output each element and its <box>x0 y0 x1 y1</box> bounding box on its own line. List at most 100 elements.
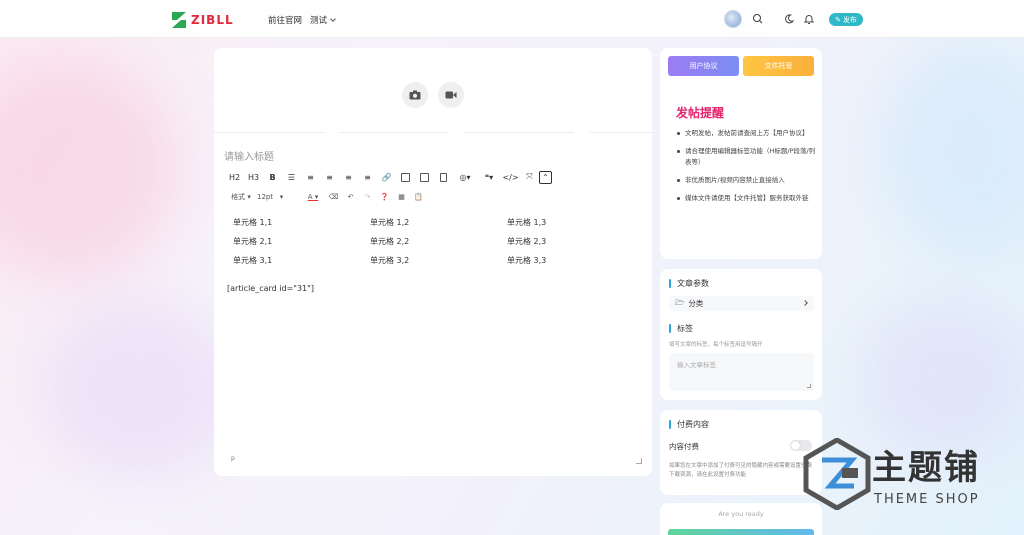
h3-button[interactable]: H3 <box>244 170 263 184</box>
text-color-icon[interactable]: A ▾ <box>301 190 325 204</box>
eraser-icon[interactable]: ⌫ <box>325 190 342 204</box>
resize-handle[interactable] <box>807 384 811 388</box>
table-row: 单元格 2,1 单元格 2,2 单元格 2,3 <box>228 232 639 251</box>
quote-icon[interactable]: ❝▾ <box>477 170 501 184</box>
align-left-icon[interactable]: ≡ <box>320 170 339 184</box>
fullscreen-icon[interactable]: ⤧ <box>520 170 539 184</box>
undo-icon[interactable]: ↶ <box>342 190 359 204</box>
watermark-logo-icon <box>803 438 871 510</box>
submit-card: Are you ready <box>660 503 822 535</box>
bullet-list-icon[interactable]: ☰ <box>282 170 301 184</box>
table-row: 单元格 1,1 单元格 1,2 单元格 1,3 <box>228 213 639 232</box>
list-item: 文明发帖，发帖前请查阅上方【用户协议】 <box>676 128 816 139</box>
paid-content-card: 付费内容 内容付费 如果您在文章中添加了付费可见的隐藏内容或需要设置付费下载资源… <box>660 410 822 495</box>
table-cell[interactable]: 单元格 2,1 <box>228 232 365 251</box>
user-agreement-button[interactable]: 用户协议 <box>668 56 739 76</box>
table-cell[interactable]: 单元格 3,3 <box>502 251 639 270</box>
numbered-list-icon[interactable]: ≡ <box>301 170 320 184</box>
reminder-list: 文明发帖，发帖前请查阅上方【用户协议】 请合理使用编辑器标签功能（H标题/P段落… <box>676 128 816 211</box>
moon-icon[interactable] <box>782 12 796 26</box>
chevron-right-icon <box>802 300 808 306</box>
media-icon[interactable] <box>415 170 434 184</box>
bg-blob-purple <box>40 300 240 480</box>
help-icon[interactable]: ❓ <box>376 190 393 204</box>
table-cell[interactable]: 单元格 1,1 <box>228 213 365 232</box>
logo-mark-icon <box>171 11 187 29</box>
editor-toolbar-secondary: 格式 ▾ 12pt ▾ A ▾ ⌫ ↶ ↷ ❓ ▦ 📋 <box>225 190 427 204</box>
top-navbar: ZIBLL 前往官网 测试 ✎ 发布 <box>0 0 1024 38</box>
tags-title: 标签 <box>669 323 693 334</box>
editor-toolbar-primary: H2 H3 B ☰ ≡ ≡ ≡ ≡ 🔗 ◎▾ ❝▾ </> ⤧ ⌃ <box>225 170 552 184</box>
file-icon[interactable] <box>434 170 453 184</box>
nav-test-dropdown[interactable]: 测试 <box>310 14 336 26</box>
folder-icon: 🗁 <box>675 298 685 307</box>
format-dropdown[interactable]: 格式 ▾ <box>225 190 257 204</box>
table-cell[interactable]: 单元格 1,3 <box>502 213 639 232</box>
publish-button[interactable]: ✎ 发布 <box>829 13 863 26</box>
media-divider <box>214 132 652 133</box>
table-cell[interactable]: 单元格 3,2 <box>365 251 502 270</box>
bell-icon[interactable] <box>802 12 816 26</box>
chevron-down-icon <box>330 16 336 22</box>
file-hosting-button[interactable]: 文件托管 <box>743 56 814 76</box>
link-icon[interactable]: 🔗 <box>377 170 396 184</box>
align-right-icon[interactable]: ≡ <box>358 170 377 184</box>
table-cell[interactable]: 单元格 2,3 <box>502 232 639 251</box>
table-cell[interactable]: 单元格 1,2 <box>365 213 502 232</box>
paid-title: 付费内容 <box>669 419 709 430</box>
collapse-toolbar-icon[interactable]: ⌃ <box>539 170 552 184</box>
search-icon[interactable] <box>751 12 765 26</box>
table-cell[interactable]: 单元格 2,2 <box>365 232 502 251</box>
category-selector[interactable]: 🗁 分类 <box>669 296 814 311</box>
h2-button[interactable]: H2 <box>225 170 244 184</box>
title-input[interactable]: 请输入标题 <box>224 148 274 163</box>
logo-text: ZIBLL <box>191 13 234 27</box>
article-params-card: 文章参数 🗁 分类 标签 填写文章的标签，每个标签用逗号隔开 输入文章标签 <box>660 269 822 400</box>
font-size-dropdown[interactable]: 12pt ▾ <box>257 190 301 204</box>
nav-test-label: 测试 <box>310 16 328 26</box>
upload-video-button[interactable] <box>438 82 464 108</box>
bold-button[interactable]: B <box>263 170 282 184</box>
paid-toggle-label: 内容付费 <box>669 442 699 451</box>
shortcode-text[interactable]: [article_card id="31"] <box>227 284 314 293</box>
avatar[interactable] <box>724 10 742 28</box>
category-label: 分类 <box>688 299 704 308</box>
watermark-en: THEME SHOP <box>874 492 980 507</box>
font-size-value: 12pt <box>257 193 274 201</box>
post-reminder-title: 发帖提醒 <box>676 106 725 120</box>
content-table[interactable]: 单元格 1,1 单元格 1,2 单元格 1,3 单元格 2,1 单元格 2,2 … <box>228 213 639 270</box>
paste-icon[interactable]: 📋 <box>410 190 427 204</box>
upload-image-button[interactable] <box>402 82 428 108</box>
list-item: 媒体文件请使用【文件托管】服务获取外链 <box>676 193 816 204</box>
table-cell[interactable]: 单元格 3,1 <box>228 251 365 270</box>
format-label: 格式 <box>231 193 246 201</box>
submit-button[interactable] <box>668 529 814 535</box>
hide-content-icon[interactable]: ◎▾ <box>453 170 477 184</box>
tags-placeholder: 输入文章标签 <box>677 361 716 369</box>
tags-input[interactable]: 输入文章标签 <box>669 353 814 391</box>
publish-label: 发布 <box>842 15 857 24</box>
pencil-icon: ✎ <box>835 15 841 24</box>
align-center-icon[interactable]: ≡ <box>339 170 358 184</box>
video-icon <box>445 91 457 99</box>
bg-blob-pink <box>0 60 180 280</box>
editor-card: 请输入标题 H2 H3 B ☰ ≡ ≡ ≡ ≡ 🔗 ◎▾ ❝▾ </> ⤧ ⌃ … <box>214 48 652 476</box>
camera-icon <box>409 90 421 100</box>
redo-icon[interactable]: ↷ <box>359 190 376 204</box>
code-icon[interactable]: </> <box>501 170 520 184</box>
watermark-cn: 主题铺 <box>872 448 980 488</box>
params-title: 文章参数 <box>669 278 709 289</box>
paid-description: 如果您在文章中添加了付费可见的隐藏内容或需要设置付费下载资源，请在此设置付费功能 <box>669 463 813 478</box>
resize-handle[interactable] <box>636 458 642 464</box>
ready-text: Are you ready <box>718 510 764 518</box>
watermark: 主题铺 THEME SHOP <box>800 436 1010 512</box>
image-icon[interactable] <box>396 170 415 184</box>
nav-official-site[interactable]: 前往官网 <box>268 14 302 26</box>
element-path: p <box>231 455 235 462</box>
table-row: 单元格 3,1 单元格 3,2 单元格 3,3 <box>228 251 639 270</box>
bg-blob-blue <box>880 40 1024 260</box>
site-logo[interactable]: ZIBLL <box>171 10 234 30</box>
tags-hint: 填写文章的标签，每个标签用逗号隔开 <box>669 342 763 348</box>
table-icon[interactable]: ▦ <box>393 190 410 204</box>
notice-card: 用户协议 文件托管 发帖提醒 文明发帖，发帖前请查阅上方【用户协议】 请合理使用… <box>660 48 822 259</box>
